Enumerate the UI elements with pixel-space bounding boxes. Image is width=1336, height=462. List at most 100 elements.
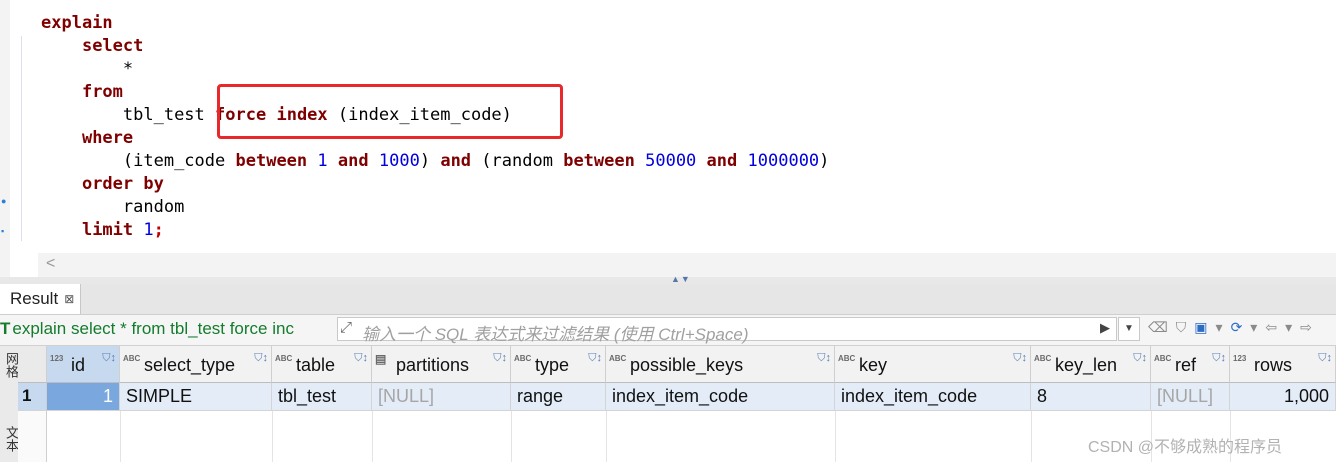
filter-settings-icon[interactable]: ⛉ xyxy=(1176,319,1187,336)
editor-gutter: ● ▪ xyxy=(0,0,10,277)
grid-line xyxy=(120,411,121,462)
eraser-icon[interactable]: ⌫ xyxy=(1148,319,1168,336)
code-token: ) xyxy=(819,151,830,171)
sort-filter-icon[interactable]: ⛉↕ xyxy=(1318,352,1332,365)
text-type-icon: ABC xyxy=(1154,354,1172,363)
panel-splitter[interactable]: ▲▼ xyxy=(0,274,1336,284)
cell-key-len[interactable]: 8 xyxy=(1031,383,1151,411)
column-name: table xyxy=(296,355,336,375)
column-header-key[interactable]: ABC key ⛉↕ xyxy=(835,346,1031,383)
indent-guide xyxy=(21,36,22,241)
cell-partitions[interactable]: [NULL] xyxy=(372,383,511,411)
column-header-type[interactable]: ABC type ⛉↕ xyxy=(511,346,606,383)
filter-bar: Texplain select * from tbl_test force in… xyxy=(0,315,1336,346)
text-type-icon: ABC xyxy=(514,354,532,363)
number-literal: 50000 xyxy=(645,151,697,171)
number-literal: 1000 xyxy=(378,151,420,171)
keyword: and xyxy=(337,151,369,171)
cell-select-type[interactable]: SIMPLE xyxy=(120,383,272,411)
query-text-label: explain select * from tbl_test force inc xyxy=(12,319,294,338)
dropdown-icon[interactable]: ▾ xyxy=(1285,319,1292,336)
code-token: * xyxy=(122,59,134,79)
cell-table[interactable]: tbl_test xyxy=(272,383,372,411)
text-type-icon: ABC xyxy=(1034,354,1052,363)
cell-id[interactable]: 1 xyxy=(47,383,120,411)
cell-possible-keys[interactable]: index_item_code xyxy=(606,383,835,411)
code-token: (item_code xyxy=(122,151,226,171)
save-filter-icon[interactable]: ▣ xyxy=(1194,319,1207,336)
column-header-rows[interactable]: 123 rows ⛉↕ xyxy=(1230,346,1336,383)
forward-arrow-icon[interactable]: ⇨ xyxy=(1300,319,1312,336)
cell-type[interactable]: range xyxy=(511,383,606,411)
tab-result[interactable]: Result ⊠ xyxy=(0,284,82,314)
filter-history-dropdown[interactable]: ▼ xyxy=(1118,317,1140,341)
grid-line xyxy=(1031,411,1032,462)
numeric-type-icon: 123 xyxy=(50,354,64,363)
grid-line xyxy=(606,411,607,462)
gutter-marker-icon: ● xyxy=(1,196,7,206)
filter-expand-icon[interactable]: ⤢ xyxy=(340,319,352,336)
sort-filter-icon[interactable]: ⛉↕ xyxy=(493,352,507,365)
keyword: order by xyxy=(81,174,164,194)
sort-filter-icon[interactable]: ⛉↕ xyxy=(1133,352,1147,365)
column-header-table[interactable]: ABC table ⛉↕ xyxy=(272,346,372,383)
sql-editor[interactable]: ● ▪ explain select * from tbl_test force… xyxy=(0,0,1336,277)
numeric-type-icon: 123 xyxy=(1233,354,1247,363)
keyword: select xyxy=(81,36,144,56)
document-type-icon: ▤ xyxy=(375,352,387,366)
refresh-icon[interactable]: ⟳ xyxy=(1231,319,1243,336)
sort-filter-icon[interactable]: ⛉↕ xyxy=(354,352,368,365)
text-type-icon: ABC xyxy=(123,354,141,363)
grid-line xyxy=(372,411,373,462)
dropdown-icon[interactable]: ▾ xyxy=(1216,319,1223,336)
column-header-ref[interactable]: ABC ref ⛉↕ xyxy=(1151,346,1230,383)
column-name: select_type xyxy=(144,355,236,375)
dropdown-icon[interactable]: ▾ xyxy=(1250,319,1257,336)
cell-ref[interactable]: [NULL] xyxy=(1151,383,1230,411)
column-name: id xyxy=(71,355,86,375)
column-name: type xyxy=(535,355,570,375)
code-token: ) xyxy=(419,151,431,171)
force-index-highlight-box xyxy=(217,84,563,139)
row-number[interactable]: 1 xyxy=(18,383,47,411)
sort-filter-icon[interactable]: ⛉↕ xyxy=(1013,352,1027,365)
text-type-icon: ABC xyxy=(609,354,627,363)
keyword: where xyxy=(81,128,134,148)
apply-filter-icon[interactable]: ▶ xyxy=(1100,320,1110,336)
gutter-marker-icon: ▪ xyxy=(1,226,5,236)
column-name: ref xyxy=(1175,355,1197,375)
number-literal: 1 xyxy=(143,220,154,240)
column-name: partitions xyxy=(396,355,470,375)
column-header-key-len[interactable]: ABC key_len ⛉↕ xyxy=(1031,346,1151,383)
back-arrow-icon[interactable]: ⇦ xyxy=(1265,319,1277,336)
collapse-expand-icon[interactable]: ▲▼ xyxy=(671,274,691,284)
keyword: between xyxy=(235,151,308,171)
column-header-partitions[interactable]: ▤ partitions ⛉↕ xyxy=(372,346,511,383)
text-type-icon: ABC xyxy=(838,354,856,363)
column-name: possible_keys xyxy=(630,355,744,375)
text-type-icon: ABC xyxy=(275,354,293,363)
filter-input[interactable]: ⤢ 输入一个 SQL 表达式来过滤结果 (使用 Ctrl+Space) ▶ xyxy=(337,317,1117,344)
column-header-select-type[interactable]: ABC select_type ⛉↕ xyxy=(120,346,272,383)
tab-result-label: Result xyxy=(10,289,59,308)
number-literal: 1000000 xyxy=(747,151,820,171)
column-name: key_len xyxy=(1055,355,1118,375)
scroll-left-icon[interactable]: < xyxy=(46,255,55,273)
cell-rows[interactable]: 1,000 xyxy=(1230,383,1336,411)
keyword: and xyxy=(440,151,472,171)
query-text: Texplain select * from tbl_test force in… xyxy=(0,319,335,339)
grid-corner[interactable] xyxy=(18,346,47,383)
sort-filter-icon[interactable]: ⛉↕ xyxy=(1212,352,1226,365)
sort-filter-icon[interactable]: ⛉↕ xyxy=(254,352,268,365)
sort-filter-icon[interactable]: ⛉↕ xyxy=(817,352,831,365)
close-icon[interactable]: ⊠ xyxy=(64,292,74,306)
column-header-id[interactable]: 123 id ⛉↕ xyxy=(47,346,120,383)
cell-key[interactable]: index_item_code xyxy=(835,383,1031,411)
column-header-possible-keys[interactable]: ABC possible_keys ⛉↕ xyxy=(606,346,835,383)
sort-filter-icon[interactable]: ⛉↕ xyxy=(102,352,116,365)
column-name: rows xyxy=(1254,355,1293,375)
sort-filter-icon[interactable]: ⛉↕ xyxy=(588,352,602,365)
view-mode-strip: 网格 文本 xyxy=(0,346,19,462)
row-number-empty xyxy=(18,411,47,462)
watermark: CSDN @不够成熟的程序员 xyxy=(1088,439,1283,456)
